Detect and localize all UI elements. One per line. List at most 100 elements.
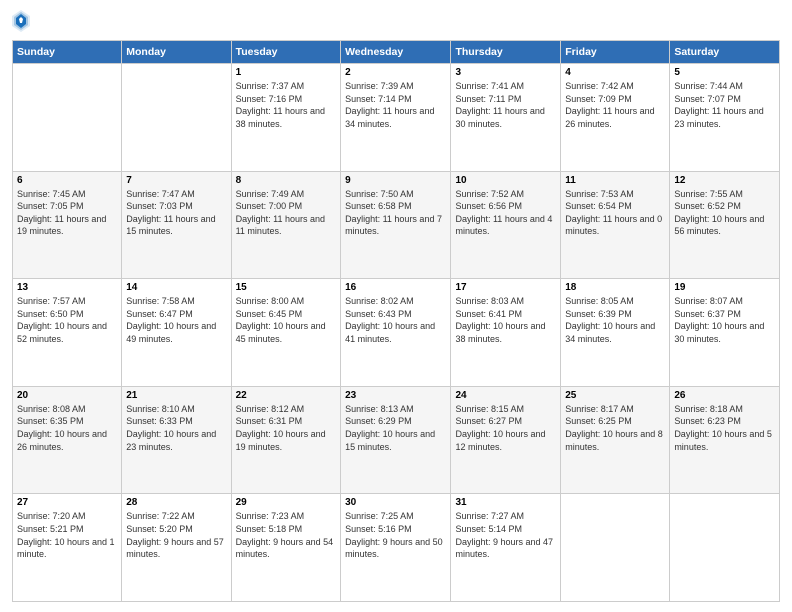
week-row-2: 6Sunrise: 7:45 AM Sunset: 7:05 PM Daylig… (13, 171, 780, 279)
calendar-cell: 2 Sunrise: 7:39 AM Sunset: 7:14 PM Daylig… (341, 64, 451, 172)
day-number: 3 (455, 67, 556, 78)
day-info: Sunrise: 8:15 AM Sunset: 6:27 PM Dayligh… (455, 403, 556, 453)
calendar-cell: 27Sunrise: 7:20 AM Sunset: 5:21 PM Dayli… (13, 494, 122, 602)
day-info: Sunrise: 7:55 AM Sunset: 6:52 PM Dayligh… (674, 188, 775, 238)
day-number: 17 (455, 282, 556, 293)
calendar-cell: 23Sunrise: 8:13 AM Sunset: 6:29 PM Dayli… (341, 386, 451, 494)
header (12, 10, 780, 32)
day-info: Sunrise: 8:12 AM Sunset: 6:31 PM Dayligh… (236, 403, 336, 453)
week-row-4: 20 Sunrise: 8:08 AM Sunset: 6:35 PM Dayli… (13, 386, 780, 494)
page: SundayMondayTuesdayWednesdayThursdayFrid… (0, 0, 792, 612)
day-number: 16 (345, 282, 446, 293)
day-info: Sunrise: 7:37 AM Sunset: 7:16 PM Dayligh… (236, 80, 336, 130)
day-number: 31 (455, 497, 556, 508)
day-number: 30 (345, 497, 446, 508)
week-row-5: 27Sunrise: 7:20 AM Sunset: 5:21 PM Dayli… (13, 494, 780, 602)
day-info: Sunrise: 8:17 AM Sunset: 6:25 PM Dayligh… (565, 403, 665, 453)
day-info: Sunrise: 7:27 AM Sunset: 5:14 PM Dayligh… (455, 510, 556, 560)
calendar-cell: 12Sunrise: 7:55 AM Sunset: 6:52 PM Dayli… (670, 171, 780, 279)
day-info: Sunrise: 8:00 AM Sunset: 6:45 PM Dayligh… (236, 295, 336, 345)
day-number: 14 (126, 282, 226, 293)
calendar-cell: 4 Sunrise: 7:42 AM Sunset: 7:09 PM Daylig… (561, 64, 670, 172)
day-number: 25 (565, 390, 665, 401)
calendar-cell: 1 Sunrise: 7:37 AM Sunset: 7:16 PM Daylig… (231, 64, 340, 172)
day-info: Sunrise: 7:44 AM Sunset: 7:07 PM Dayligh… (674, 80, 775, 130)
day-info: Sunrise: 7:53 AM Sunset: 6:54 PM Dayligh… (565, 188, 665, 238)
day-info: Sunrise: 7:47 AM Sunset: 7:03 PM Dayligh… (126, 188, 226, 238)
weekday-header-row: SundayMondayTuesdayWednesdayThursdayFrid… (13, 41, 780, 64)
day-number: 27 (17, 497, 117, 508)
weekday-header-saturday: Saturday (670, 41, 780, 64)
calendar-cell: 5 Sunrise: 7:44 AM Sunset: 7:07 PM Daylig… (670, 64, 780, 172)
day-number: 1 (236, 67, 336, 78)
calendar-cell (561, 494, 670, 602)
day-info: Sunrise: 8:10 AM Sunset: 6:33 PM Dayligh… (126, 403, 226, 453)
calendar-cell: 26 Sunrise: 8:18 AM Sunset: 6:23 PM Dayli… (670, 386, 780, 494)
calendar-cell: 16Sunrise: 8:02 AM Sunset: 6:43 PM Dayli… (341, 279, 451, 387)
calendar-cell (122, 64, 231, 172)
calendar-cell: 18 Sunrise: 8:05 AM Sunset: 6:39 PM Dayli… (561, 279, 670, 387)
day-number: 18 (565, 282, 665, 293)
weekday-header-sunday: Sunday (13, 41, 122, 64)
day-info: Sunrise: 7:39 AM Sunset: 7:14 PM Dayligh… (345, 80, 446, 130)
day-info: Sunrise: 8:18 AM Sunset: 6:23 PM Dayligh… (674, 403, 775, 453)
calendar-header: SundayMondayTuesdayWednesdayThursdayFrid… (13, 41, 780, 64)
day-info: Sunrise: 7:25 AM Sunset: 5:16 PM Dayligh… (345, 510, 446, 560)
day-info: Sunrise: 8:05 AM Sunset: 6:39 PM Dayligh… (565, 295, 665, 345)
calendar-cell: 25 Sunrise: 8:17 AM Sunset: 6:25 PM Dayli… (561, 386, 670, 494)
calendar-cell: 11 Sunrise: 7:53 AM Sunset: 6:54 PM Dayli… (561, 171, 670, 279)
day-info: Sunrise: 7:57 AM Sunset: 6:50 PM Dayligh… (17, 295, 117, 345)
calendar-cell: 10 Sunrise: 7:52 AM Sunset: 6:56 PM Dayli… (451, 171, 561, 279)
calendar-cell: 9 Sunrise: 7:50 AM Sunset: 6:58 PM Daylig… (341, 171, 451, 279)
day-info: Sunrise: 7:58 AM Sunset: 6:47 PM Dayligh… (126, 295, 226, 345)
calendar-cell (670, 494, 780, 602)
day-info: Sunrise: 7:42 AM Sunset: 7:09 PM Dayligh… (565, 80, 665, 130)
day-number: 29 (236, 497, 336, 508)
day-number: 26 (674, 390, 775, 401)
weekday-header-tuesday: Tuesday (231, 41, 340, 64)
calendar-cell: 30 Sunrise: 7:25 AM Sunset: 5:16 PM Dayli… (341, 494, 451, 602)
day-info: Sunrise: 8:08 AM Sunset: 6:35 PM Dayligh… (17, 403, 117, 453)
day-number: 6 (17, 175, 117, 186)
day-info: Sunrise: 8:03 AM Sunset: 6:41 PM Dayligh… (455, 295, 556, 345)
calendar-cell: 8Sunrise: 7:49 AM Sunset: 7:00 PM Daylig… (231, 171, 340, 279)
day-number: 13 (17, 282, 117, 293)
day-number: 2 (345, 67, 446, 78)
day-number: 23 (345, 390, 446, 401)
day-number: 19 (674, 282, 775, 293)
calendar-cell: 7 Sunrise: 7:47 AM Sunset: 7:03 PM Daylig… (122, 171, 231, 279)
day-number: 10 (455, 175, 556, 186)
day-number: 28 (126, 497, 226, 508)
day-number: 9 (345, 175, 446, 186)
day-info: Sunrise: 7:49 AM Sunset: 7:00 PM Dayligh… (236, 188, 336, 238)
calendar-cell (13, 64, 122, 172)
day-info: Sunrise: 7:23 AM Sunset: 5:18 PM Dayligh… (236, 510, 336, 560)
day-info: Sunrise: 7:50 AM Sunset: 6:58 PM Dayligh… (345, 188, 446, 238)
day-info: Sunrise: 7:22 AM Sunset: 5:20 PM Dayligh… (126, 510, 226, 560)
calendar-cell: 13 Sunrise: 7:57 AM Sunset: 6:50 PM Dayli… (13, 279, 122, 387)
weekday-header-wednesday: Wednesday (341, 41, 451, 64)
day-number: 7 (126, 175, 226, 186)
day-info: Sunrise: 7:41 AM Sunset: 7:11 PM Dayligh… (455, 80, 556, 130)
weekday-header-monday: Monday (122, 41, 231, 64)
weekday-header-friday: Friday (561, 41, 670, 64)
day-number: 21 (126, 390, 226, 401)
calendar-cell: 15Sunrise: 8:00 AM Sunset: 6:45 PM Dayli… (231, 279, 340, 387)
calendar-cell: 20 Sunrise: 8:08 AM Sunset: 6:35 PM Dayli… (13, 386, 122, 494)
calendar-cell: 22 Sunrise: 8:12 AM Sunset: 6:31 PM Dayli… (231, 386, 340, 494)
day-number: 22 (236, 390, 336, 401)
day-info: Sunrise: 7:52 AM Sunset: 6:56 PM Dayligh… (455, 188, 556, 238)
calendar-body: 1 Sunrise: 7:37 AM Sunset: 7:16 PM Daylig… (13, 64, 780, 602)
day-number: 4 (565, 67, 665, 78)
calendar-cell: 31 Sunrise: 7:27 AM Sunset: 5:14 PM Dayli… (451, 494, 561, 602)
day-number: 5 (674, 67, 775, 78)
day-number: 11 (565, 175, 665, 186)
day-number: 24 (455, 390, 556, 401)
calendar-cell: 29 Sunrise: 7:23 AM Sunset: 5:18 PM Dayli… (231, 494, 340, 602)
calendar-table: SundayMondayTuesdayWednesdayThursdayFrid… (12, 40, 780, 602)
calendar-cell: 3 Sunrise: 7:41 AM Sunset: 7:11 PM Daylig… (451, 64, 561, 172)
calendar-cell: 17 Sunrise: 8:03 AM Sunset: 6:41 PM Dayli… (451, 279, 561, 387)
calendar-cell: 24 Sunrise: 8:15 AM Sunset: 6:27 PM Dayli… (451, 386, 561, 494)
day-number: 20 (17, 390, 117, 401)
calendar-cell: 21 Sunrise: 8:10 AM Sunset: 6:33 PM Dayli… (122, 386, 231, 494)
